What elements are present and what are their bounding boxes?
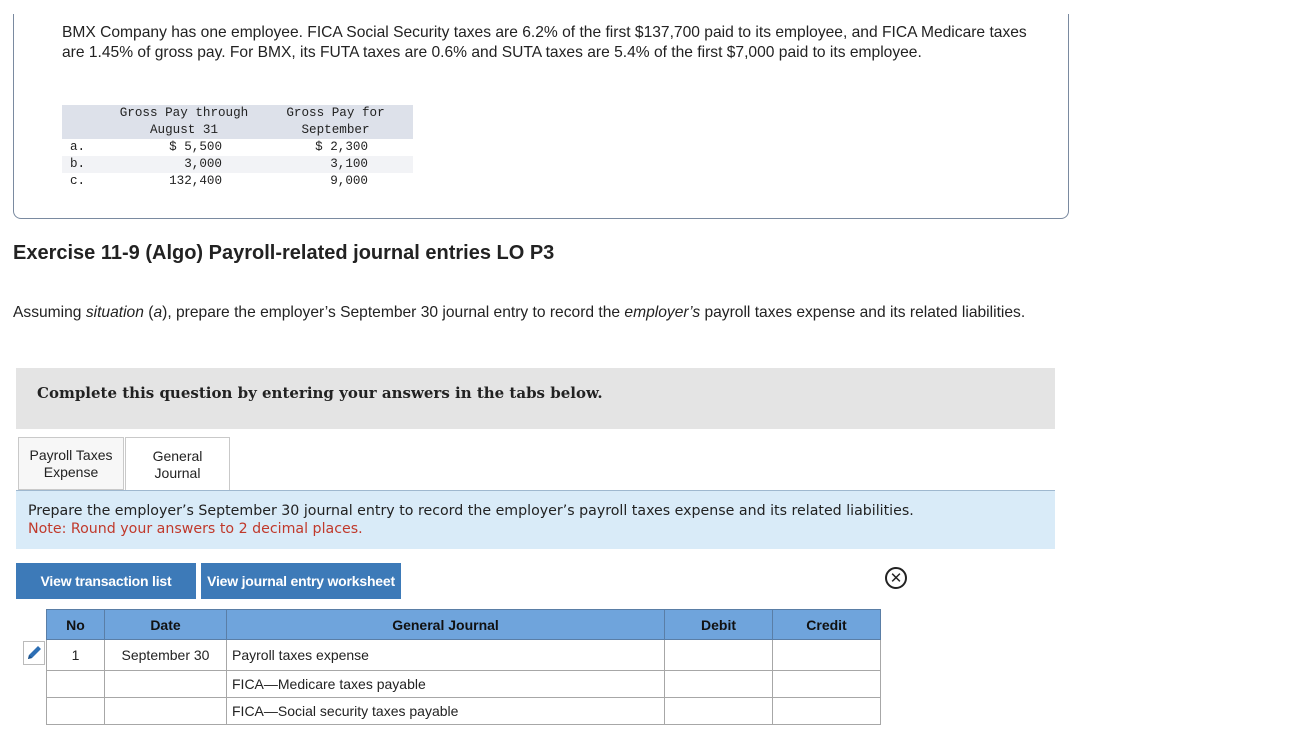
credit-cell[interactable] — [772, 639, 881, 671]
journal-row: 1 September 30 Payroll taxes expense — [46, 639, 881, 671]
tab-payroll-taxes-expense[interactable]: Payroll Taxes Expense — [18, 437, 124, 490]
col-header-debit: Debit — [664, 609, 773, 640]
col-header-date: Date — [104, 609, 227, 640]
header-gross-pay-august-2: August 31 — [149, 123, 219, 137]
account-cell[interactable]: Payroll taxes expense — [226, 639, 665, 671]
exercise-title: Exercise 11-9 (Algo) Payroll-related jou… — [13, 242, 555, 264]
table-row: a. $ 5,500 $ 2,300 — [70, 140, 368, 154]
gross-pay-table: Gross Pay through Gross Pay for August 3… — [62, 105, 413, 190]
credit-cell[interactable] — [772, 670, 881, 698]
col-header-credit: Credit — [772, 609, 881, 640]
prompt-panel: Prepare the employer’s September 30 jour… — [16, 490, 1055, 549]
close-circle-icon[interactable]: ✕ — [885, 567, 907, 589]
table-row: b. 3,000 3,100 — [62, 156, 413, 173]
table-row: c. 132,400 9,000 — [70, 174, 368, 188]
debit-cell[interactable] — [664, 670, 773, 698]
general-journal-table: No Date General Journal Debit Credit 1 S… — [46, 609, 881, 725]
tab-general-journal[interactable]: General Journal — [125, 437, 230, 491]
journal-row: FICA—Medicare taxes payable — [46, 670, 881, 698]
credit-cell[interactable] — [772, 697, 881, 725]
account-cell[interactable]: FICA—Social security taxes payable — [226, 697, 665, 725]
col-header-general-journal: General Journal — [226, 609, 665, 640]
header-gross-pay-september-2: September — [301, 123, 370, 137]
debit-cell[interactable] — [664, 697, 773, 725]
col-header-no: No — [46, 609, 105, 640]
complete-banner: Complete this question by entering your … — [16, 368, 1055, 429]
journal-row: FICA—Social security taxes payable — [46, 697, 881, 725]
debit-cell[interactable] — [664, 639, 773, 671]
view-journal-entry-worksheet-button[interactable]: View journal entry worksheet — [201, 563, 401, 599]
rounding-note: Note: Round your answers to 2 decimal pl… — [28, 521, 363, 537]
account-cell[interactable]: FICA—Medicare taxes payable — [226, 670, 665, 698]
instructions: Assuming situation (a), prepare the empl… — [13, 304, 1026, 321]
header-gross-pay-september-1: Gross Pay for — [286, 106, 385, 120]
view-transaction-list-button[interactable]: View transaction list — [16, 563, 196, 599]
prompt-text: Prepare the employer’s September 30 jour… — [28, 503, 914, 519]
header-gross-pay-august-1: Gross Pay through — [119, 106, 249, 120]
pencil-icon[interactable] — [23, 641, 45, 665]
problem-statement: BMX Company has one employee. FICA Socia… — [62, 24, 1027, 61]
